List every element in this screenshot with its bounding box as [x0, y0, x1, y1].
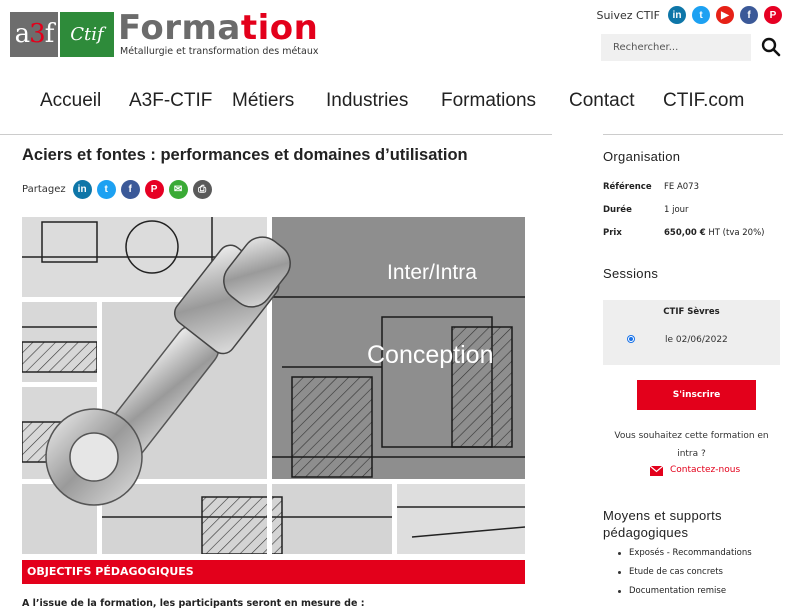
session-card[interactable]: CTIF Sèvres le 02/06/2022: [603, 300, 780, 365]
site-logo[interactable]: a3f Ctif Formation Métallurgie et transf…: [10, 10, 319, 58]
hero-image: Inter/Intra Conception: [22, 217, 525, 554]
twitter-icon[interactable]: t: [96, 180, 116, 199]
register-button[interactable]: S'inscrire: [637, 380, 756, 410]
nav-item-industries[interactable]: Industries: [326, 90, 408, 112]
a3f-logo: a3f: [10, 12, 58, 57]
nav-item-accueil[interactable]: Accueil: [40, 90, 101, 112]
search-icon[interactable]: [760, 36, 782, 58]
hero-label-inter-intra: Inter/Intra: [387, 261, 477, 284]
nav-item-metiers[interactable]: Métiers: [232, 90, 294, 112]
facebook-icon[interactable]: f: [120, 180, 140, 199]
reference-value: FE A073: [664, 182, 700, 192]
hero-label-conception: Conception: [367, 341, 494, 369]
list-item: Etude de cas concrets: [618, 567, 752, 586]
duration-label: Durée: [603, 205, 632, 215]
nav-item-ctif-com[interactable]: CTIF.com: [663, 90, 744, 112]
logo-tagline: Métallurgie et transformation des métaux: [120, 46, 319, 57]
nav-item-contact[interactable]: Contact: [569, 90, 634, 112]
session-radio[interactable]: [627, 335, 635, 343]
twitter-icon[interactable]: t: [692, 6, 710, 24]
divider: [0, 134, 552, 135]
objectives-intro: A l’issue de la formation, les participa…: [22, 598, 365, 609]
share-label: Partagez: [22, 184, 66, 195]
nav-item-formations[interactable]: Formations: [441, 90, 536, 112]
mail-icon: [650, 466, 663, 476]
price-label: Prix: [603, 228, 622, 238]
mail-icon[interactable]: ✉: [168, 180, 188, 199]
intra-question: Vous souhaitez cette formation en intra …: [614, 431, 769, 459]
reference-label: Référence: [603, 182, 652, 192]
search-input[interactable]: Rechercher...: [601, 34, 751, 61]
sessions-heading: Sessions: [603, 266, 659, 281]
social-follow-bar: Suivez CTIF in t ▶ f P: [596, 6, 782, 24]
organisation-heading: Organisation: [603, 149, 681, 164]
contact-us-link[interactable]: Contactez-nous: [670, 465, 740, 475]
page-title: Aciers et fontes : performances et domai…: [22, 146, 468, 164]
linkedin-icon[interactable]: in: [72, 180, 92, 199]
pinterest-icon[interactable]: P: [144, 180, 164, 199]
linkedin-icon[interactable]: in: [668, 6, 686, 24]
share-bar: Partagez in t f P ✉ ⎙: [22, 180, 212, 199]
nav-item-a3f-ctif[interactable]: A3F-CTIF: [129, 90, 212, 112]
formation-wordmark: Formation: [118, 8, 319, 48]
means-list: Exposés - Recommandations Etude de cas c…: [618, 548, 752, 605]
duration-value: 1 jour: [664, 205, 689, 215]
facebook-icon[interactable]: f: [740, 6, 758, 24]
price-value: 650,00 € HT (tva 20%): [664, 228, 765, 238]
list-item: Documentation remise: [618, 586, 752, 605]
print-icon[interactable]: ⎙: [192, 180, 212, 199]
divider: [603, 134, 783, 135]
main-nav: Accueil A3F-CTIF Métiers Industries Form…: [0, 90, 800, 116]
session-location: CTIF Sèvres: [663, 307, 720, 317]
pinterest-icon[interactable]: P: [764, 6, 782, 24]
means-heading: Moyens et supports pédagogiques: [603, 508, 722, 540]
ctif-logo: Ctif: [60, 12, 114, 57]
youtube-icon[interactable]: ▶: [716, 6, 734, 24]
list-item: Exposés - Recommandations: [618, 548, 752, 567]
follow-label: Suivez CTIF: [596, 8, 660, 22]
session-date: le 02/06/2022: [665, 335, 728, 345]
objectives-heading: OBJECTIFS PÉDAGOGIQUES: [22, 560, 525, 584]
